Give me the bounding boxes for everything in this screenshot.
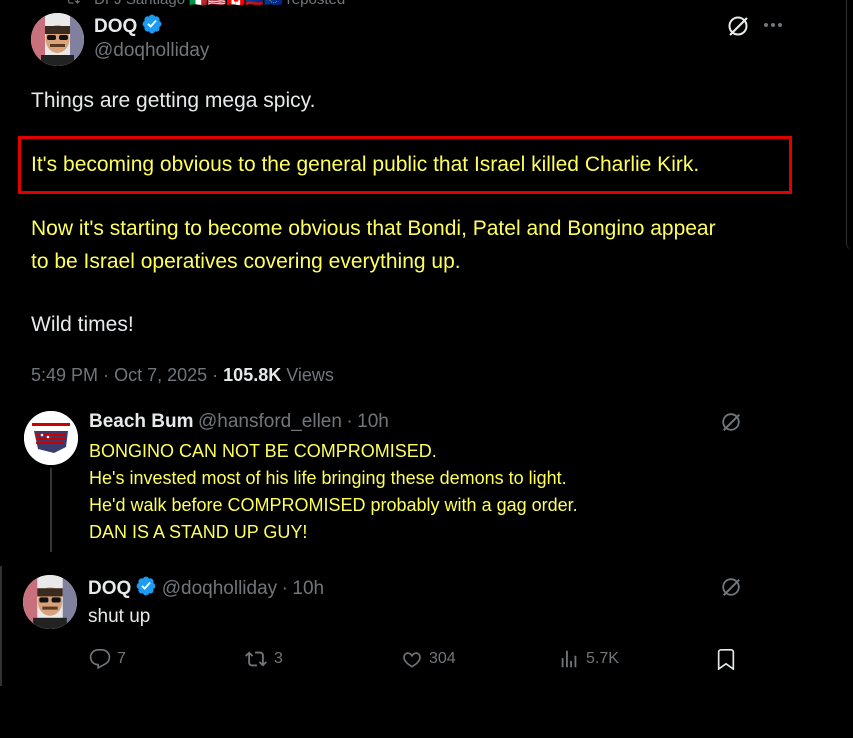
post-date[interactable]: Oct 7, 2025 xyxy=(114,365,207,385)
reply1-handle[interactable]: @hansford_ellen xyxy=(198,411,342,432)
reply2-header: DOQ @doqholliday · 10h xyxy=(88,575,324,600)
reply1-body: BONGINO CAN NOT BE COMPROMISED. He's inv… xyxy=(89,438,578,546)
reply1-avatar[interactable] xyxy=(24,411,78,465)
avatar-image xyxy=(31,13,84,66)
display-name[interactable]: DOQ xyxy=(94,16,137,37)
views-button[interactable]: 5.7K xyxy=(558,648,619,670)
reply2-handle[interactable]: @doqholliday xyxy=(162,578,277,599)
grok-icon[interactable] xyxy=(720,576,742,603)
repost-label: reposted xyxy=(287,0,345,8)
grok-icon[interactable] xyxy=(720,411,742,438)
reply1-display-name[interactable]: Beach Bum xyxy=(89,411,194,432)
avatar-image xyxy=(23,575,77,629)
repost-flags: 🇮🇹🇺🇸🇨🇦🇨🇴🇪🇺 xyxy=(189,0,282,8)
reply1-line: He's invested most of his life bringing … xyxy=(89,468,567,488)
views-count: 105.8K xyxy=(223,365,282,385)
reply2-display-name[interactable]: DOQ xyxy=(88,578,131,599)
reply1-header: Beach Bum @hansford_ellen · 10h xyxy=(89,411,389,432)
views-count-reply: 5.7K xyxy=(586,650,619,667)
post-paragraph-4: Wild times! xyxy=(31,313,134,336)
reply2-age[interactable]: 10h xyxy=(292,578,324,599)
more-icon[interactable] xyxy=(762,14,784,41)
reply1-line: DAN IS A STAND UP GUY! xyxy=(89,522,308,542)
like-button[interactable]: 304 xyxy=(401,648,456,670)
like-icon xyxy=(403,652,421,668)
verified-badge-icon xyxy=(142,14,162,34)
post-time[interactable]: 5:49 PM xyxy=(31,365,98,385)
views-label: Views xyxy=(286,365,334,385)
reply2-avatar[interactable] xyxy=(23,575,77,629)
reply2-text: shut up xyxy=(88,606,151,627)
reply-icon xyxy=(89,649,111,670)
handle[interactable]: @doqholliday xyxy=(94,40,209,62)
grok-icon[interactable] xyxy=(726,14,750,43)
reply-button[interactable]: 7 xyxy=(89,648,126,670)
side-panel-edge xyxy=(846,0,853,250)
repost-button[interactable]: 3 xyxy=(244,648,283,670)
repost-header[interactable]: DFJ Santiago 🇮🇹🇺🇸🇨🇦🇨🇴🇪🇺 reposted xyxy=(64,0,345,8)
views-icon xyxy=(561,650,577,668)
post-paragraph-1: Things are getting mega spicy. xyxy=(31,89,316,112)
reply1-age[interactable]: 10h xyxy=(357,411,389,432)
like-count: 304 xyxy=(429,650,456,667)
reply2-border xyxy=(0,566,2,686)
repost-icon xyxy=(245,651,267,667)
post-paragraph-3: Now it's starting to become obvious that… xyxy=(31,217,716,273)
repost-user: DFJ Santiago xyxy=(94,0,185,8)
post-meta: 5:49 PM · Oct 7, 2025 · 105.8K Views xyxy=(31,365,334,385)
bookmark-button[interactable] xyxy=(715,648,737,670)
avatar[interactable] xyxy=(31,13,84,66)
reply1-avatar-image xyxy=(24,411,78,465)
repost-small-icon xyxy=(68,0,80,4)
verified-badge-icon xyxy=(136,576,156,596)
post-paragraph-2: It's becoming obvious to the general pub… xyxy=(31,153,700,176)
reply-count: 7 xyxy=(117,650,126,667)
bookmark-icon xyxy=(717,649,735,670)
thread-line xyxy=(50,468,52,552)
repost-count: 3 xyxy=(274,650,283,667)
reply1-line: He'd walk before COMPROMISED probably wi… xyxy=(89,495,578,515)
reply1-line: BONGINO CAN NOT BE COMPROMISED. xyxy=(89,441,437,461)
author-row: DOQ xyxy=(94,13,163,38)
